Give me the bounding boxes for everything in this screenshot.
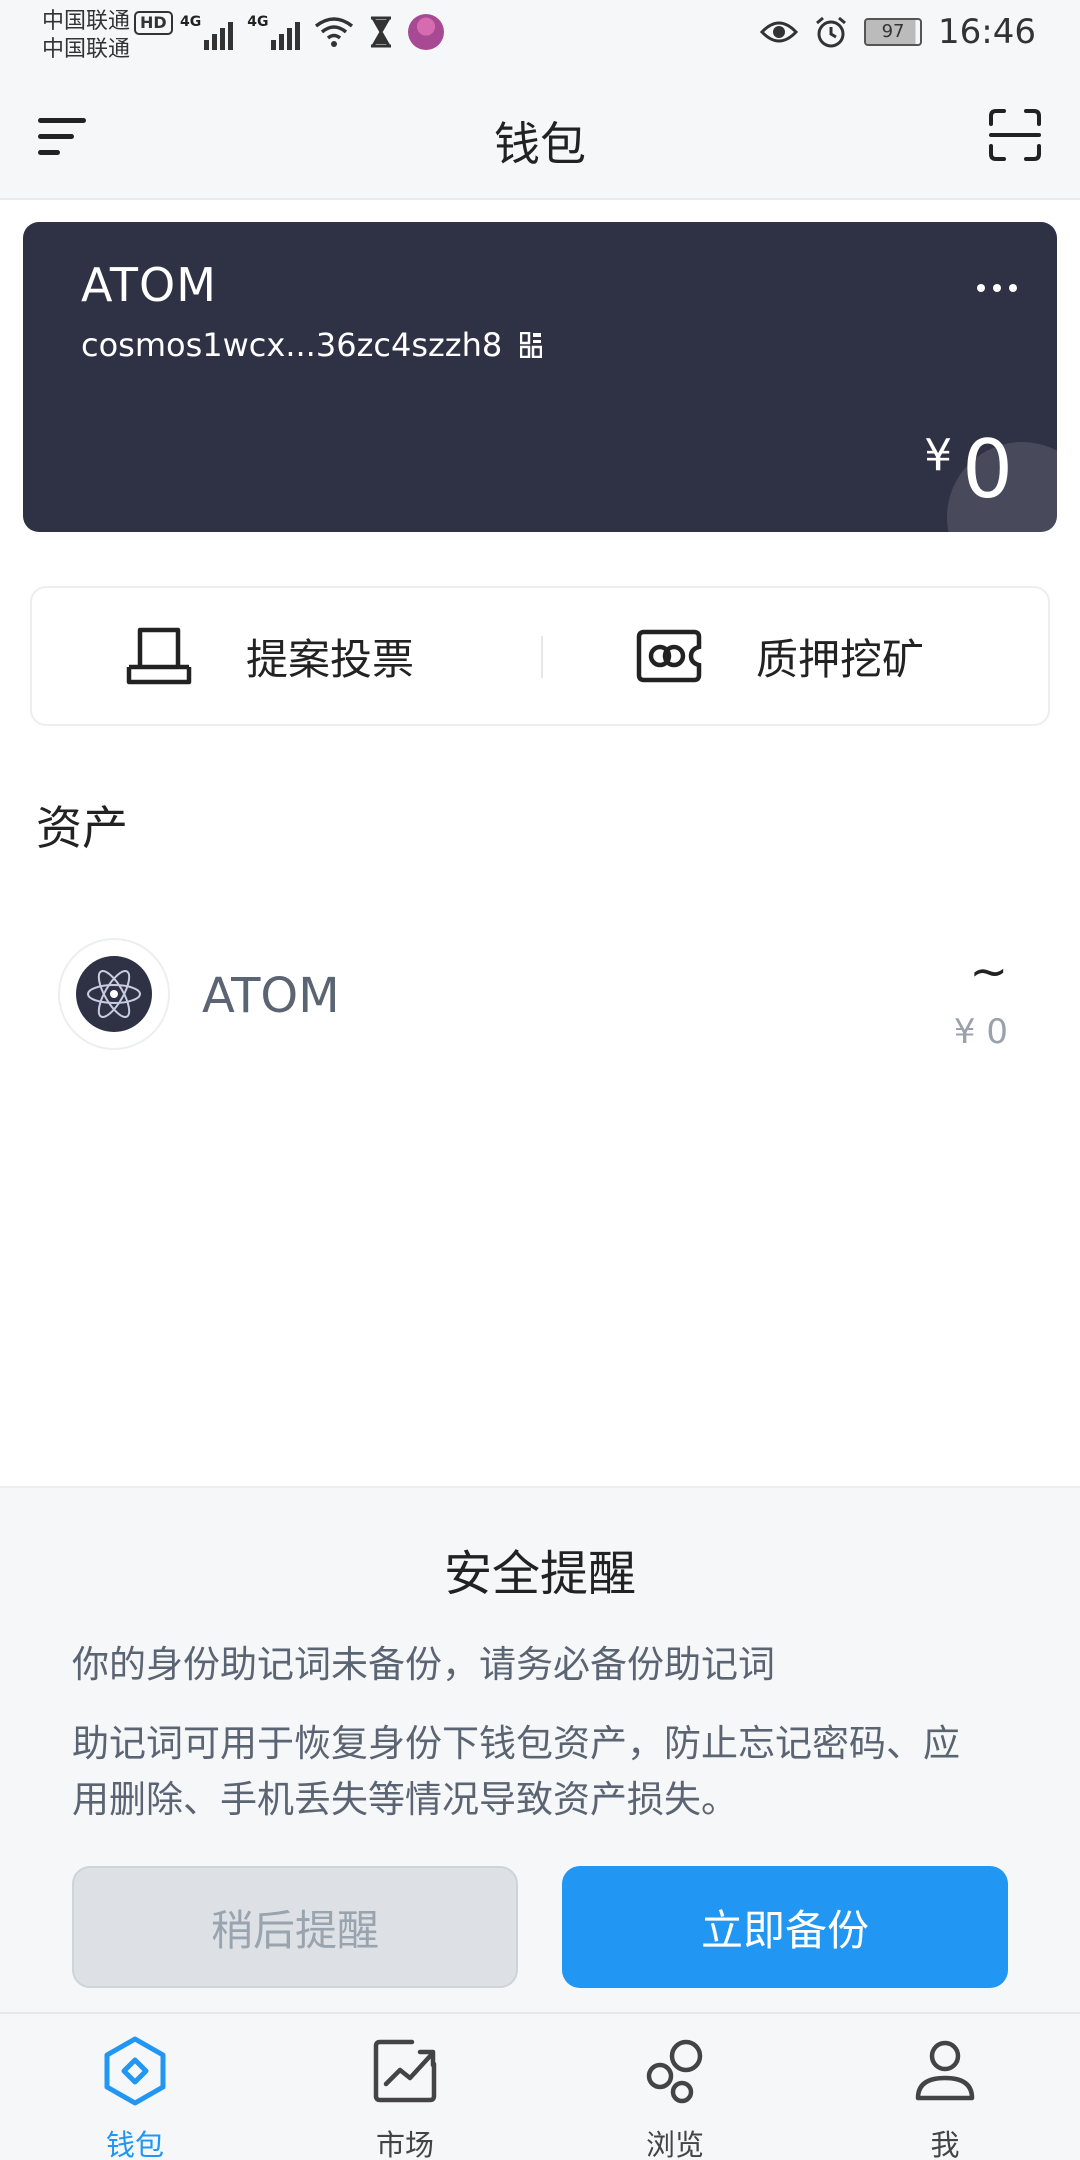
- carrier-name-2: 中国联通: [42, 37, 131, 62]
- assets-section-title: 资产: [36, 801, 128, 855]
- signal-icon-1: 4G: [180, 14, 234, 50]
- scan-icon[interactable]: [988, 108, 1042, 162]
- tab-me[interactable]: 我: [810, 2014, 1080, 2160]
- page-title: 钱包: [494, 117, 586, 171]
- quick-actions: 提案投票 质押挖矿: [30, 586, 1050, 726]
- status-bar: 中国联通 HD 中国联通 4G 4G 97 16:46: [0, 0, 1080, 72]
- market-chart-icon: [373, 2039, 437, 2103]
- tab-market-label: 市场: [375, 2128, 434, 2160]
- staking-ticket-icon: [636, 629, 702, 683]
- staking-mining-button[interactable]: 质押挖矿: [636, 588, 924, 724]
- asset-amount: ~: [969, 944, 1008, 998]
- asset-fiat-value: ¥ 0: [953, 1012, 1008, 1052]
- tab-wallet-label: 钱包: [105, 2128, 164, 2160]
- status-icons: 4G 4G: [180, 14, 445, 50]
- wallet-address-text: cosmos1wcx...36zc4szzh8: [81, 326, 503, 364]
- battery-icon: 97: [864, 18, 923, 46]
- bottom-tab-bar: 钱包 市场 浏览 我: [0, 2012, 1080, 2160]
- more-options-icon[interactable]: [977, 284, 1017, 292]
- card-token-name: ATOM: [81, 258, 217, 312]
- wallet-address[interactable]: cosmos1wcx...36zc4szzh8: [81, 326, 543, 364]
- security-reminder-title: 安全提醒: [443, 1546, 636, 1602]
- carrier-name-1: 中国联通: [42, 9, 131, 34]
- backup-now-button[interactable]: 立即备份: [562, 1866, 1008, 1988]
- ballot-box-icon: [126, 627, 192, 685]
- tab-market[interactable]: 市场: [270, 2014, 540, 2160]
- proposal-vote-button[interactable]: 提案投票: [126, 588, 414, 724]
- currency-symbol: ¥: [924, 430, 953, 481]
- clock: 16:46: [938, 12, 1036, 52]
- tab-me-label: 我: [930, 2128, 960, 2160]
- security-reminder-warning: 你的身份助记词未备份，请务必备份助记词: [72, 1643, 775, 1686]
- asset-name: ATOM: [202, 968, 340, 1024]
- staking-mining-label: 质押挖矿: [756, 634, 925, 684]
- proposal-vote-label: 提案投票: [246, 634, 415, 684]
- alarm-icon: [816, 16, 846, 48]
- security-reminder-description: 助记词可用于恢复身份下钱包资产，防止忘记密码、应用删除、手机丢失等情况导致资产损…: [72, 1722, 960, 1821]
- tab-browse-label: 浏览: [645, 2128, 704, 2160]
- carrier-info: 中国联通 HD 中国联通: [42, 8, 173, 64]
- tab-wallet[interactable]: 钱包: [0, 2014, 270, 2160]
- atom-icon: [76, 956, 152, 1032]
- security-reminder-sheet: 安全提醒 你的身份助记词未备份，请务必备份助记词 助记词可用于恢复身份下钱包资产…: [0, 1486, 1080, 2012]
- browse-bubbles-icon: [646, 2039, 703, 2104]
- action-divider: [541, 636, 543, 678]
- hd-badge: HD: [134, 11, 173, 35]
- wallet-card[interactable]: ATOM cosmos1wcx...36zc4szzh8 ¥ 0: [23, 222, 1057, 532]
- signal-icon-2: 4G: [247, 14, 301, 50]
- status-right: 97 16:46: [760, 12, 1036, 52]
- app-notification-icon: [408, 14, 445, 50]
- tab-browse[interactable]: 浏览: [540, 2014, 810, 2160]
- remind-later-button[interactable]: 稍后提醒: [72, 1866, 518, 1988]
- card-balance: ¥ 0: [924, 430, 1013, 510]
- app-header: 钱包: [0, 72, 1080, 200]
- wifi-icon: [315, 17, 354, 47]
- eye-icon: [760, 21, 799, 43]
- balance-value: 0: [962, 423, 1013, 516]
- person-icon: [915, 2040, 975, 2101]
- hourglass-icon: [371, 16, 392, 48]
- qr-code-icon[interactable]: [520, 332, 543, 358]
- cosmos-atom-logo: [58, 938, 170, 1050]
- wallet-diamond-icon: [104, 2036, 166, 2106]
